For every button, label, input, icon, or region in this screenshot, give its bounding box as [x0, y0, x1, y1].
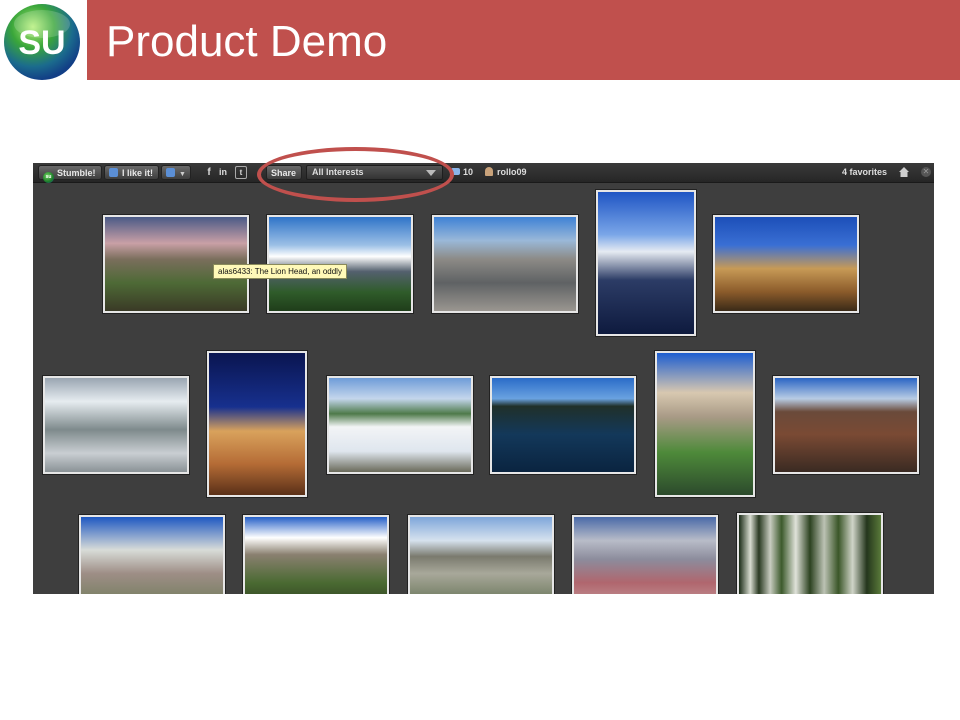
linkedin-icon[interactable]: in	[217, 166, 229, 179]
dislike-button[interactable]: ▼	[161, 165, 191, 180]
photo-thumbnail[interactable]	[243, 515, 389, 594]
stumble-toolbar: su Stumble! I like it! ▼ f in t Share All…	[33, 163, 934, 183]
stumbleupon-screenshot: su Stumble! I like it! ▼ f in t Share All…	[33, 163, 934, 594]
user-icon	[485, 167, 493, 176]
photo-thumbnail[interactable]	[43, 376, 189, 474]
stumble-button[interactable]: su Stumble!	[38, 165, 102, 183]
photo-thumbnail[interactable]	[207, 351, 307, 497]
close-icon[interactable]: ✕	[921, 167, 931, 177]
photo-thumbnail[interactable]	[327, 376, 473, 474]
photo-thumbnail[interactable]	[490, 376, 636, 474]
photo-thumbnail[interactable]	[79, 515, 225, 594]
facebook-icon[interactable]: f	[203, 166, 215, 179]
presentation-slide: Product Demo SU suStumble! I like it! ▼	[0, 0, 960, 720]
photo-thumbnail[interactable]	[655, 351, 755, 497]
photo-thumbnail[interactable]	[713, 215, 859, 313]
photo-thumbnail[interactable]	[432, 215, 578, 313]
comments-count[interactable]: 10	[451, 165, 473, 180]
favorites-link[interactable]: 4 favorites	[842, 165, 887, 180]
stumbleupon-logo-icon: SU	[4, 4, 80, 80]
chevron-down-icon: ▼	[179, 171, 186, 178]
home-icon[interactable]	[898, 166, 910, 178]
like-button[interactable]: I like it!	[104, 165, 160, 180]
user-link[interactable]: rollo09	[485, 165, 527, 180]
thumbs-up-icon	[109, 168, 118, 177]
stumble-logo-icon: su	[43, 172, 54, 183]
twitter-icon[interactable]: t	[235, 166, 247, 179]
logo-text: SU	[18, 24, 65, 62]
photo-thumbnail[interactable]	[737, 513, 883, 594]
slide-title: Product Demo	[106, 17, 388, 66]
thumbs-down-icon	[166, 168, 175, 177]
photo-thumbnail[interactable]	[596, 190, 696, 336]
photo-thumbnail[interactable]	[572, 515, 718, 594]
photo-thumbnail[interactable]	[408, 515, 554, 594]
photo-thumbnail[interactable]	[773, 376, 919, 474]
photo-tooltip: alas6433: The Lion Head, an oddly	[213, 264, 347, 279]
highlight-annotation	[257, 147, 454, 202]
